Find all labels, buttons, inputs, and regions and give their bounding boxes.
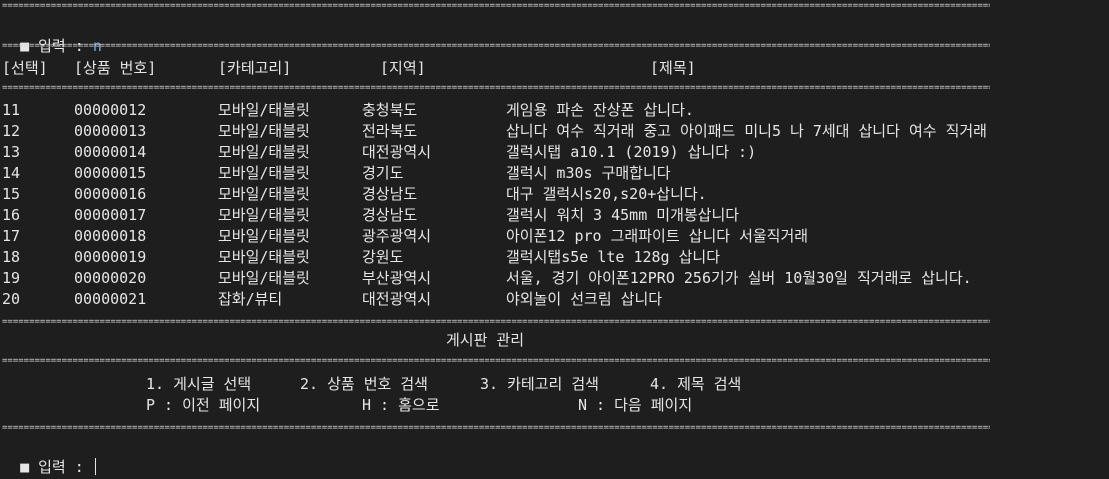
separator-top bbox=[2, 2, 990, 10]
table-row: 19 00000020 모바일/태블릿 부산광역시 서울, 경기 아이폰12PRO 25… bbox=[2, 268, 1107, 289]
cell-product-number: 00000018 bbox=[74, 227, 147, 245]
cell-select: 15 bbox=[2, 185, 21, 203]
table-row: 18 00000019 모바일/태블릿 강원도 갤럭시탭s5e lte 128g 삽니다 bbox=[2, 247, 1107, 268]
table-row: 20 00000021 잡화/뷰티 대전광역시 야외놀이 선크림 삽니다 bbox=[2, 289, 1107, 310]
top-input-prompt[interactable]: ■ 입력 : n bbox=[2, 15, 102, 55]
separator bbox=[2, 318, 990, 326]
separator bbox=[2, 84, 990, 92]
cell-title: 게임용 파손 잔상폰 삽니다. bbox=[506, 101, 694, 119]
cell-title: 야외놀이 선크림 삽니다 bbox=[506, 290, 663, 308]
table-row: 14 00000015 모바일/태블릿 경기도 갤럭시 m30s 구매합니다 bbox=[2, 163, 1107, 184]
menu-home[interactable]: H : 홈으로 bbox=[362, 395, 440, 416]
cell-region: 광주광역시 bbox=[362, 227, 432, 245]
table-header: [선택] [상품 번호] [카테고리] [지역] [제목] bbox=[2, 58, 1102, 79]
cell-select: 19 bbox=[2, 269, 21, 287]
cell-select: 20 bbox=[2, 290, 21, 308]
cell-category: 모바일/태블릿 bbox=[218, 101, 310, 119]
cell-product-number: 00000014 bbox=[74, 143, 147, 161]
cell-select: 14 bbox=[2, 164, 21, 182]
cell-title: 갤럭시탭 a10.1 (2019) 삽니다 :) bbox=[506, 143, 757, 161]
cell-region: 부산광역시 bbox=[362, 269, 432, 287]
cell-region: 경상남도 bbox=[362, 206, 418, 224]
cell-select: 17 bbox=[2, 227, 21, 245]
cell-region: 전라북도 bbox=[362, 122, 418, 140]
cell-product-number: 00000015 bbox=[74, 164, 147, 182]
cell-title: 아이폰12 pro 그래파이트 삽니다 서울직거래 bbox=[506, 227, 809, 245]
cell-product-number: 00000012 bbox=[74, 101, 147, 119]
header-select: [선택] bbox=[2, 59, 48, 77]
table-row: 11 00000012 모바일/태블릿 충청북도 게임용 파손 잔상폰 삽니다. bbox=[2, 100, 1107, 121]
text-cursor bbox=[94, 458, 96, 475]
cell-region: 대전광역시 bbox=[362, 290, 432, 308]
menu-search-number[interactable]: 2. 상품 번호 검색 bbox=[300, 374, 428, 395]
separator bbox=[2, 357, 990, 365]
table-row: 16 00000017 모바일/태블릿 경상남도 갤럭시 워치 3 45mm 미개봉삽니… bbox=[2, 205, 1107, 226]
cell-select: 11 bbox=[2, 101, 21, 119]
table-row: 13 00000014 모바일/태블릿 대전광역시 갤럭시탭 a10.1 (2019) … bbox=[2, 142, 1107, 163]
menu-search-title[interactable]: 4. 제목 검색 bbox=[650, 374, 741, 395]
cell-product-number: 00000021 bbox=[74, 290, 147, 308]
menu-row-2: P : 이전 페이지 H : 홈으로 N : 다음 페이지 bbox=[2, 395, 1102, 416]
cell-select: 12 bbox=[2, 122, 21, 140]
cell-title: 삽니다 여수 직거래 중고 아이패드 미니5 나 7세대 삽니다 여수 직거래 bbox=[506, 122, 987, 140]
cell-title: 갤럭시탭s5e lte 128g 삽니다 bbox=[506, 248, 721, 266]
table-row: 17 00000018 모바일/태블릿 광주광역시 아이폰12 pro 그래파이트 삽니… bbox=[2, 226, 1107, 247]
header-product-number: [상품 번호] bbox=[74, 59, 157, 77]
cell-category: 모바일/태블릿 bbox=[218, 143, 310, 161]
cell-region: 경기도 bbox=[362, 164, 404, 182]
cell-product-number: 00000013 bbox=[74, 122, 147, 140]
separator bbox=[2, 42, 990, 50]
cell-title: 갤럭시 워치 3 45mm 미개봉삽니다 bbox=[506, 206, 740, 224]
cell-select: 16 bbox=[2, 206, 21, 224]
header-region: [지역] bbox=[380, 59, 426, 77]
table-row: 12 00000013 모바일/태블릿 전라북도 삽니다 여수 직거래 중고 아이패드 … bbox=[2, 121, 1107, 142]
separator bbox=[2, 424, 990, 432]
cell-title: 서울, 경기 아이폰12PRO 256기가 실버 10월30일 직거래로 삽니다… bbox=[506, 269, 972, 287]
cell-category: 모바일/태블릿 bbox=[218, 248, 310, 266]
cell-category: 잡화/뷰티 bbox=[218, 290, 283, 308]
cell-region: 대전광역시 bbox=[362, 143, 432, 161]
cell-region: 경상남도 bbox=[362, 185, 418, 203]
cell-region: 충청북도 bbox=[362, 101, 418, 119]
table-row: 15 00000016 모바일/태블릿 경상남도 대구 갤럭시s20,s20+삽니다. bbox=[2, 184, 1107, 205]
cell-category: 모바일/태블릿 bbox=[218, 122, 310, 140]
cell-title: 대구 갤럭시s20,s20+삽니다. bbox=[506, 185, 707, 203]
header-category: [카테고리] bbox=[218, 59, 292, 77]
cell-category: 모바일/태블릿 bbox=[218, 227, 310, 245]
bottom-input-prompt[interactable]: ■ 입력 : bbox=[2, 436, 96, 476]
prompt-label: ■ 입력 : bbox=[20, 458, 93, 476]
cell-select: 13 bbox=[2, 143, 21, 161]
cell-product-number: 00000020 bbox=[74, 269, 147, 287]
menu-next-page[interactable]: N : 다음 페이지 bbox=[578, 395, 692, 416]
cell-product-number: 00000016 bbox=[74, 185, 147, 203]
menu-select-post[interactable]: 1. 게시글 선택 bbox=[146, 374, 251, 395]
cell-category: 모바일/태블릿 bbox=[218, 185, 310, 203]
menu-row-1: 1. 게시글 선택 2. 상품 번호 검색 3. 카테고리 검색 4. 제목 검… bbox=[2, 374, 1102, 395]
cell-category: 모바일/태블릿 bbox=[218, 206, 310, 224]
menu-search-category[interactable]: 3. 카테고리 검색 bbox=[480, 374, 599, 395]
board-title: 게시판 관리 bbox=[445, 331, 525, 349]
header-title: [제목] bbox=[650, 59, 696, 77]
cell-title: 갤럭시 m30s 구매합니다 bbox=[506, 164, 671, 182]
menu-prev-page[interactable]: P : 이전 페이지 bbox=[146, 395, 260, 416]
cell-select: 18 bbox=[2, 248, 21, 266]
cell-product-number: 00000017 bbox=[74, 206, 147, 224]
cell-region: 강원도 bbox=[362, 248, 404, 266]
cell-category: 모바일/태블릿 bbox=[218, 164, 310, 182]
cell-category: 모바일/태블릿 bbox=[218, 269, 310, 287]
cell-product-number: 00000019 bbox=[74, 248, 147, 266]
